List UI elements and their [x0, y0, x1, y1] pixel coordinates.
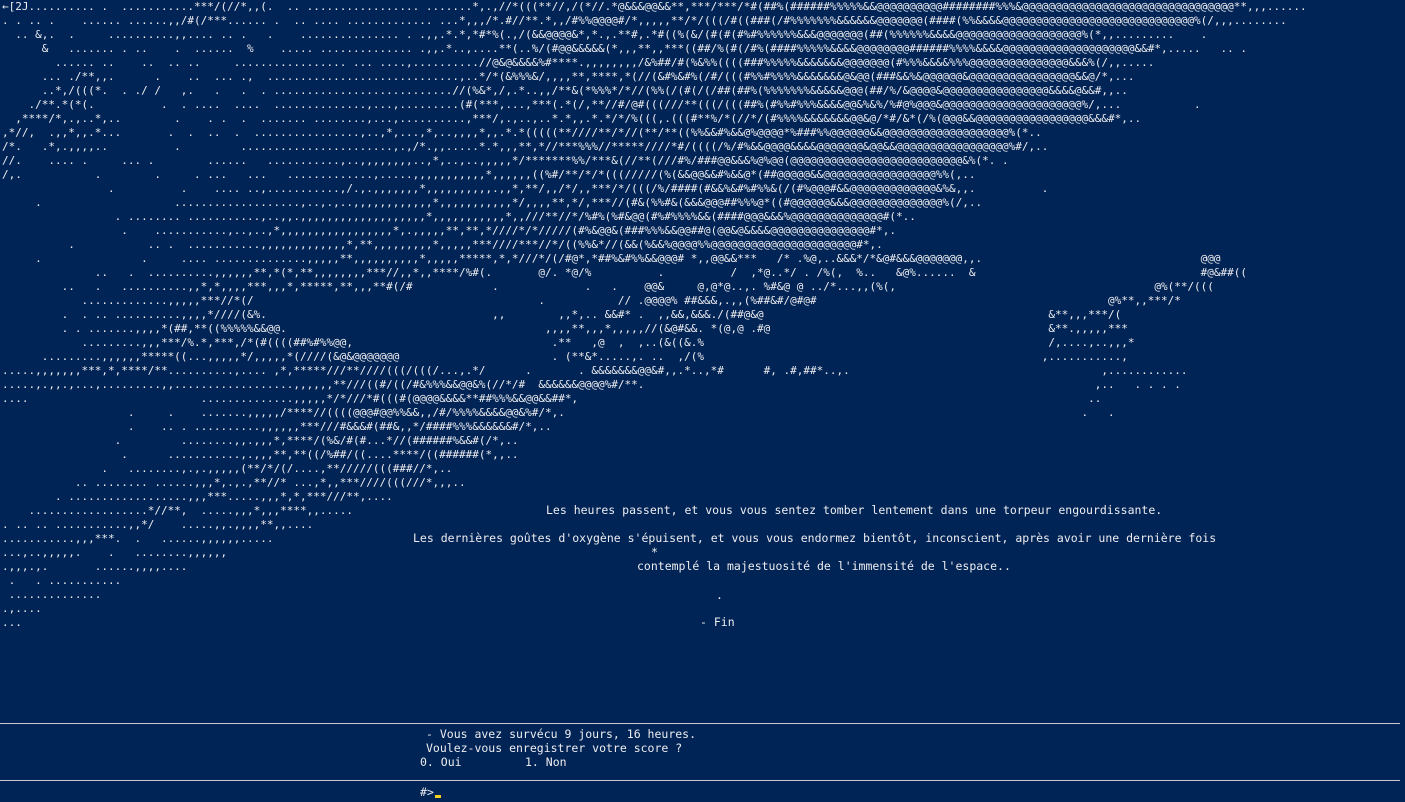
- option-no[interactable]: 1. Non: [525, 755, 567, 769]
- survival-summary: - Vous avez survécu 9 jours, 16 heures.: [426, 727, 697, 741]
- ending-title: - Fin: [700, 615, 735, 629]
- command-input-line[interactable]: #>: [420, 785, 441, 799]
- command-prompt: #>: [420, 785, 434, 799]
- separator-bottom: [0, 780, 1400, 781]
- star-glyph: *: [651, 545, 658, 559]
- option-yes[interactable]: 0. Oui: [420, 755, 462, 769]
- story-line-oxygen: Les dernières goûtes d'oxygène s'épuisen…: [413, 531, 1217, 545]
- save-score-question: Voulez-vous enregistrer votre score ?: [426, 741, 683, 755]
- story-line-hours: Les heures passent, et vous vous sentez …: [546, 503, 1163, 517]
- separator-top: [0, 723, 1400, 724]
- story-line-contemplate: contemplé la majestuosité de l'immensité…: [637, 559, 1011, 573]
- text-cursor: [434, 795, 441, 798]
- star-dot: .: [716, 588, 723, 602]
